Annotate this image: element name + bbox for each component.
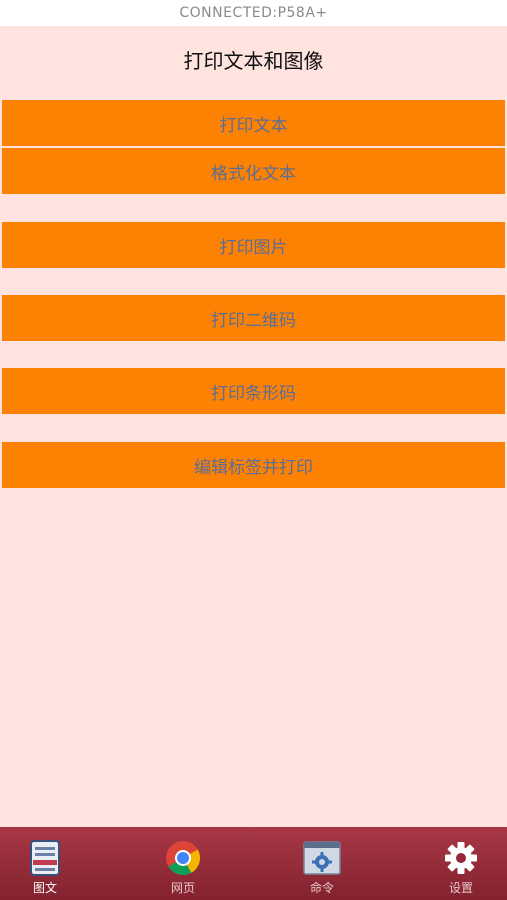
chrome-icon bbox=[164, 839, 202, 877]
page-title: 打印文本和图像 bbox=[183, 49, 324, 73]
document-icon bbox=[26, 839, 64, 877]
tab-bar: 图文 网页 命令 设置 bbox=[0, 827, 507, 900]
tab-command-label: 命令 bbox=[309, 881, 334, 895]
print-qrcode-button[interactable]: 打印二维码 bbox=[2, 295, 505, 341]
format-text-button[interactable]: 格式化文本 bbox=[2, 148, 505, 194]
main-content: 打印文本和图像 打印文本 格式化文本 打印图片 打印二维码 打印条形码 编辑标签… bbox=[0, 26, 507, 827]
tab-command[interactable]: 命令 bbox=[277, 827, 367, 900]
print-image-button[interactable]: 打印图片 bbox=[2, 222, 505, 268]
tab-text-image-label: 图文 bbox=[32, 881, 57, 895]
tab-settings-label: 设置 bbox=[448, 881, 473, 895]
print-text-button[interactable]: 打印文本 bbox=[2, 100, 505, 146]
print-barcode-button[interactable]: 打印条形码 bbox=[2, 368, 505, 414]
gear-icon bbox=[442, 839, 480, 877]
tab-settings[interactable]: 设置 bbox=[416, 827, 506, 900]
tab-webpage[interactable]: 网页 bbox=[138, 827, 228, 900]
connection-status: CONNECTED:P58A+ bbox=[0, 0, 507, 26]
terminal-gear-icon bbox=[303, 839, 341, 877]
tab-webpage-label: 网页 bbox=[170, 881, 195, 895]
tab-text-image[interactable]: 图文 bbox=[0, 827, 90, 900]
edit-label-print-button[interactable]: 编辑标签并打印 bbox=[2, 442, 505, 488]
